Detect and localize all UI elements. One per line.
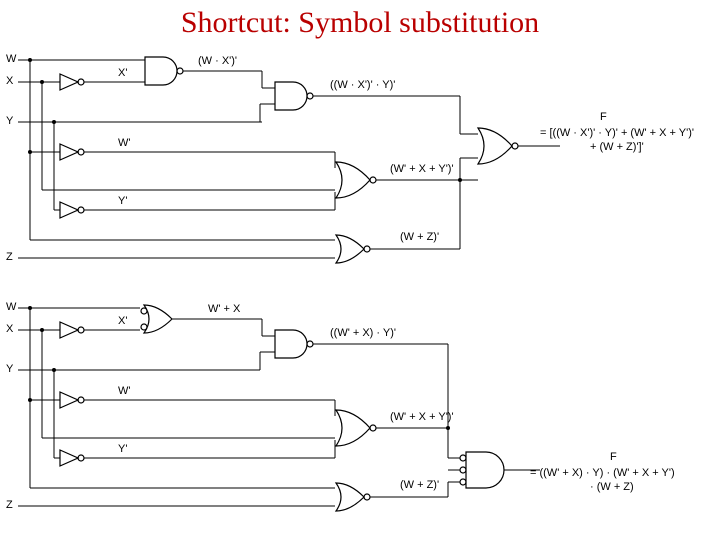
nor-gate-icon <box>336 235 370 263</box>
eq-F-top1: = [((W · X')' · Y)' + (W' + X + Y')' <box>540 127 694 139</box>
label-W: W <box>6 301 17 313</box>
label-n4: (W + Z)' <box>400 231 439 243</box>
page-title: Shortcut: Symbol substitution <box>0 0 720 40</box>
top-circuit: W X Y Z X' W' Y' (W · X')' <box>6 53 694 263</box>
nand-gate-icon <box>275 82 313 110</box>
or-bubbled-gate-icon <box>141 305 172 333</box>
label-xprime: X' <box>118 67 127 79</box>
eq-F-top2: + (W + Z)']' <box>590 141 644 153</box>
label-Y: Y <box>6 363 14 375</box>
label-X: X <box>6 75 14 87</box>
label-wprime: W' <box>118 385 130 397</box>
label-n2b: ((W' + X) · Y)' <box>330 327 396 339</box>
inverter-y-icon <box>60 202 84 218</box>
label-yprime: Y' <box>118 443 127 455</box>
inverter-x-icon <box>60 74 84 90</box>
label-xprime: X' <box>118 315 127 327</box>
label-yprime: Y' <box>118 195 127 207</box>
and-bubbled-gate-icon <box>460 452 504 488</box>
label-F-top: F <box>600 111 607 123</box>
inverter-x-icon <box>60 322 84 338</box>
nor-gate-icon <box>336 162 376 198</box>
eq-F-bot1: = ((W' + X) · Y) · (W' + X + Y') <box>530 467 675 479</box>
label-n3: (W' + X + Y')' <box>390 163 454 175</box>
label-n3b: (W' + X + Y')' <box>390 411 454 423</box>
label-W: W <box>6 53 17 65</box>
label-Z: Z <box>6 499 13 511</box>
inverter-y-icon <box>60 450 84 466</box>
label-n4b: (W + Z)' <box>400 479 439 491</box>
bottom-circuit: W X Y Z X' W' Y' W' + X <box>6 301 675 511</box>
nor-gate-icon <box>336 483 370 511</box>
label-n2: ((W · X')' · Y)' <box>330 79 395 91</box>
nand-gate-icon <box>145 57 183 85</box>
label-Y: Y <box>6 115 14 127</box>
nor-gate-icon <box>478 128 518 164</box>
label-wprime: W' <box>118 137 130 149</box>
label-o1: W' + X <box>208 303 241 315</box>
label-X: X <box>6 323 14 335</box>
label-Z: Z <box>6 251 13 263</box>
nand-gate-icon <box>275 330 313 358</box>
inverter-w-icon <box>60 144 84 160</box>
circuit-diagram: W X Y Z X' W' Y' (W · X')' <box>0 40 720 540</box>
eq-F-bot2: · (W + Z) <box>590 481 634 493</box>
label-F-bot: F <box>610 451 617 463</box>
inverter-w-icon <box>60 392 84 408</box>
label-n1: (W · X')' <box>198 55 237 67</box>
nor-gate-icon <box>336 410 376 446</box>
